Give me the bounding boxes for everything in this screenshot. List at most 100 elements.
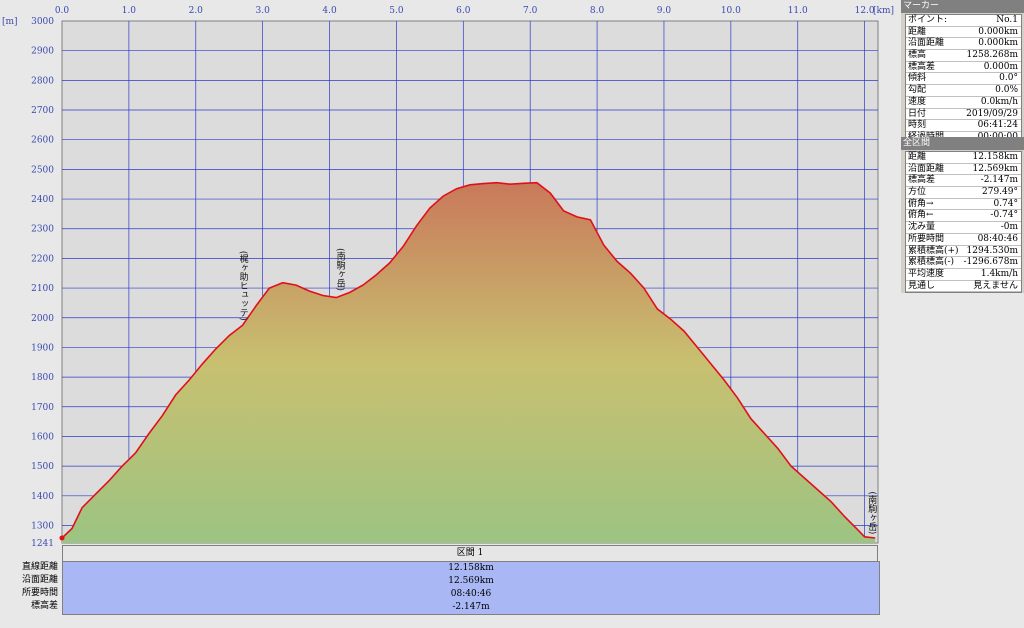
total-panel-row: 標高差 -2.147m bbox=[906, 175, 1021, 188]
summary-value: -2.147m bbox=[452, 602, 490, 612]
row-value: 0.74° bbox=[993, 198, 1018, 209]
total-panel-row: 沈み量 -0m bbox=[906, 222, 1021, 234]
y-tick-label: 2900 bbox=[31, 47, 54, 57]
row-label: 勾配 bbox=[908, 85, 927, 96]
y-tick-label: 1800 bbox=[31, 373, 54, 383]
total-panel-row: 沿面距離 12.569km bbox=[906, 164, 1021, 176]
section-summary: 区間 1 12.158km 12.569km 08:40:46 -2.147m bbox=[62, 545, 880, 615]
row-label: 所要時間 bbox=[908, 233, 945, 244]
row-label: 沿面距離 bbox=[908, 38, 945, 49]
y-tick-label: 1600 bbox=[31, 432, 54, 442]
total-panel: 全区間 距離 12.158km 沿面距離 12.569km 標高差 -2.147m 方位 27… bbox=[901, 137, 1024, 294]
total-table: 距離 12.158km 沿面距離 12.569km 標高差 -2.147m 方位 279.49… bbox=[905, 151, 1022, 294]
row-value: -2.147m bbox=[980, 175, 1018, 186]
row-value: -0.74° bbox=[990, 210, 1018, 221]
elevation-chart: 0.0 1.0 2.0 3.0 4.0 5.0 6.0 7.0 8.0 9.0 10.0 11.0 12… bbox=[0, 0, 900, 628]
summary-label: 標高差 bbox=[30, 601, 58, 611]
marker-panel-row: 標高 1258.268m bbox=[906, 50, 1021, 62]
marker-panel-row: 距離 0.000km bbox=[906, 27, 1021, 39]
row-label: 沈み量 bbox=[908, 222, 936, 233]
x-tick-label: 11.0 bbox=[788, 6, 808, 16]
row-value: No.1 bbox=[996, 15, 1018, 25]
row-value: 0.0% bbox=[995, 85, 1018, 96]
x-tick-label: 0.0 bbox=[55, 6, 70, 16]
row-label: 日付 bbox=[908, 108, 927, 119]
y-tick-label: 2800 bbox=[31, 76, 54, 86]
row-value: 1258.268m bbox=[966, 50, 1018, 61]
row-value: 279.49° bbox=[982, 187, 1018, 198]
y-tick-label: 3000 bbox=[31, 17, 54, 27]
y-tick-label: 1900 bbox=[31, 343, 54, 353]
summary-value: 12.158km bbox=[448, 563, 494, 573]
x-tick-label: 7.0 bbox=[523, 6, 538, 16]
x-tick-label: 4.0 bbox=[322, 6, 337, 16]
start-marker[interactable] bbox=[59, 535, 65, 541]
row-label: 沿面距離 bbox=[908, 163, 945, 174]
marker-panel-title: マーカー bbox=[901, 0, 1024, 13]
row-value: 0.000m bbox=[983, 61, 1018, 72]
y-tick-label: 1500 bbox=[31, 462, 54, 472]
marker-panel: マーカー ポイント: No.1 距離 0.000km 沿面距離 0.000km 標高 1258… bbox=[901, 0, 1024, 145]
row-label: 標高差 bbox=[908, 175, 936, 186]
row-value: 0.000km bbox=[978, 26, 1018, 37]
row-value: 0.0° bbox=[999, 73, 1018, 84]
marker-table: ポイント: No.1 距離 0.000km 沿面距離 0.000km 標高 1258.268m… bbox=[905, 14, 1022, 145]
y-tick-label: 1700 bbox=[31, 403, 54, 413]
marker-panel-row: ポイント: No.1 bbox=[906, 15, 1021, 27]
y-tick-label: 1300 bbox=[31, 521, 54, 531]
row-label: ポイント: bbox=[908, 15, 948, 25]
row-value: 0.0km/h bbox=[980, 96, 1018, 107]
row-value: 08:40:46 bbox=[977, 233, 1018, 244]
row-label: 平均速度 bbox=[908, 268, 945, 279]
x-tick-label: 1.0 bbox=[122, 6, 137, 16]
x-tick-label: 6.0 bbox=[456, 6, 471, 16]
marker-panel-row: 沿面距離 0.000km bbox=[906, 38, 1021, 51]
row-label: 時刻 bbox=[908, 120, 927, 131]
row-label: 傾斜 bbox=[908, 73, 927, 84]
x-tick-label: 10.0 bbox=[721, 6, 741, 16]
total-panel-row: 所要時間 08:40:46 bbox=[906, 234, 1021, 246]
row-label: 標高 bbox=[908, 50, 927, 61]
y-unit-label: [m] bbox=[2, 17, 18, 27]
x-unit-label: [km] bbox=[873, 6, 894, 16]
summary-label: 沿面距離 bbox=[21, 575, 58, 585]
row-label: 累積標高(+) bbox=[908, 245, 959, 256]
marker-panel-row: 標高差 0.000m bbox=[906, 62, 1021, 74]
total-panel-row: 距離 12.158km bbox=[906, 152, 1021, 164]
y-tick-label: 1400 bbox=[31, 492, 54, 502]
marker-panel-row: 勾配 0.0% bbox=[906, 85, 1021, 97]
row-value: -1296.678m bbox=[963, 257, 1018, 268]
row-value: 2019/09/29 bbox=[966, 108, 1018, 119]
y-tick-label: 2100 bbox=[31, 284, 54, 294]
y-tick-label: 2000 bbox=[31, 314, 54, 324]
annotation-label: (梶ヶ助ヒュッテ) bbox=[238, 251, 249, 321]
row-value: 1.4km/h bbox=[980, 268, 1018, 279]
y-tick-label: 1241 bbox=[31, 539, 54, 549]
y-tick-label: 2600 bbox=[31, 136, 54, 146]
total-panel-row: 方位 279.49° bbox=[906, 187, 1021, 199]
total-panel-row: 俯角→ 0.74° bbox=[906, 199, 1021, 211]
marker-panel-row: 速度 0.0km/h bbox=[906, 97, 1021, 109]
section-header[interactable]: 区間 1 bbox=[62, 545, 878, 562]
row-label: 見通し bbox=[908, 280, 936, 291]
marker-panel-row: 傾斜 0.0° bbox=[906, 73, 1021, 86]
x-tick-label: 12.0 bbox=[855, 6, 875, 16]
row-label: 累積標高(-) bbox=[908, 257, 955, 268]
row-label: 距離 bbox=[908, 152, 927, 162]
row-label: 俯角→ bbox=[908, 198, 934, 209]
total-panel-row: 俯角← -0.74° bbox=[906, 210, 1021, 223]
row-value: 0.000km bbox=[978, 38, 1018, 49]
x-tick-label: 2.0 bbox=[189, 6, 204, 16]
section-values: 12.158km 12.569km 08:40:46 -2.147m bbox=[62, 561, 880, 615]
summary-value: 12.569km bbox=[448, 576, 494, 586]
y-tick-label: 2700 bbox=[31, 106, 54, 116]
total-panel-row: 見通し 見えません bbox=[906, 281, 1021, 293]
summary-label: 直線距離 bbox=[21, 562, 58, 572]
elevation-profile-svg: 0.0 1.0 2.0 3.0 4.0 5.0 6.0 7.0 8.0 9.0 10.0 11.0 12… bbox=[2, 6, 894, 549]
annotation-label: (南駒ヶ岳) bbox=[335, 248, 346, 291]
y-tick-label: 2200 bbox=[31, 254, 54, 264]
row-label: 方位 bbox=[908, 187, 927, 198]
row-label: 速度 bbox=[908, 96, 927, 107]
marker-panel-row: 日付 2019/09/29 bbox=[906, 109, 1021, 121]
row-value: -0m bbox=[1000, 222, 1018, 233]
